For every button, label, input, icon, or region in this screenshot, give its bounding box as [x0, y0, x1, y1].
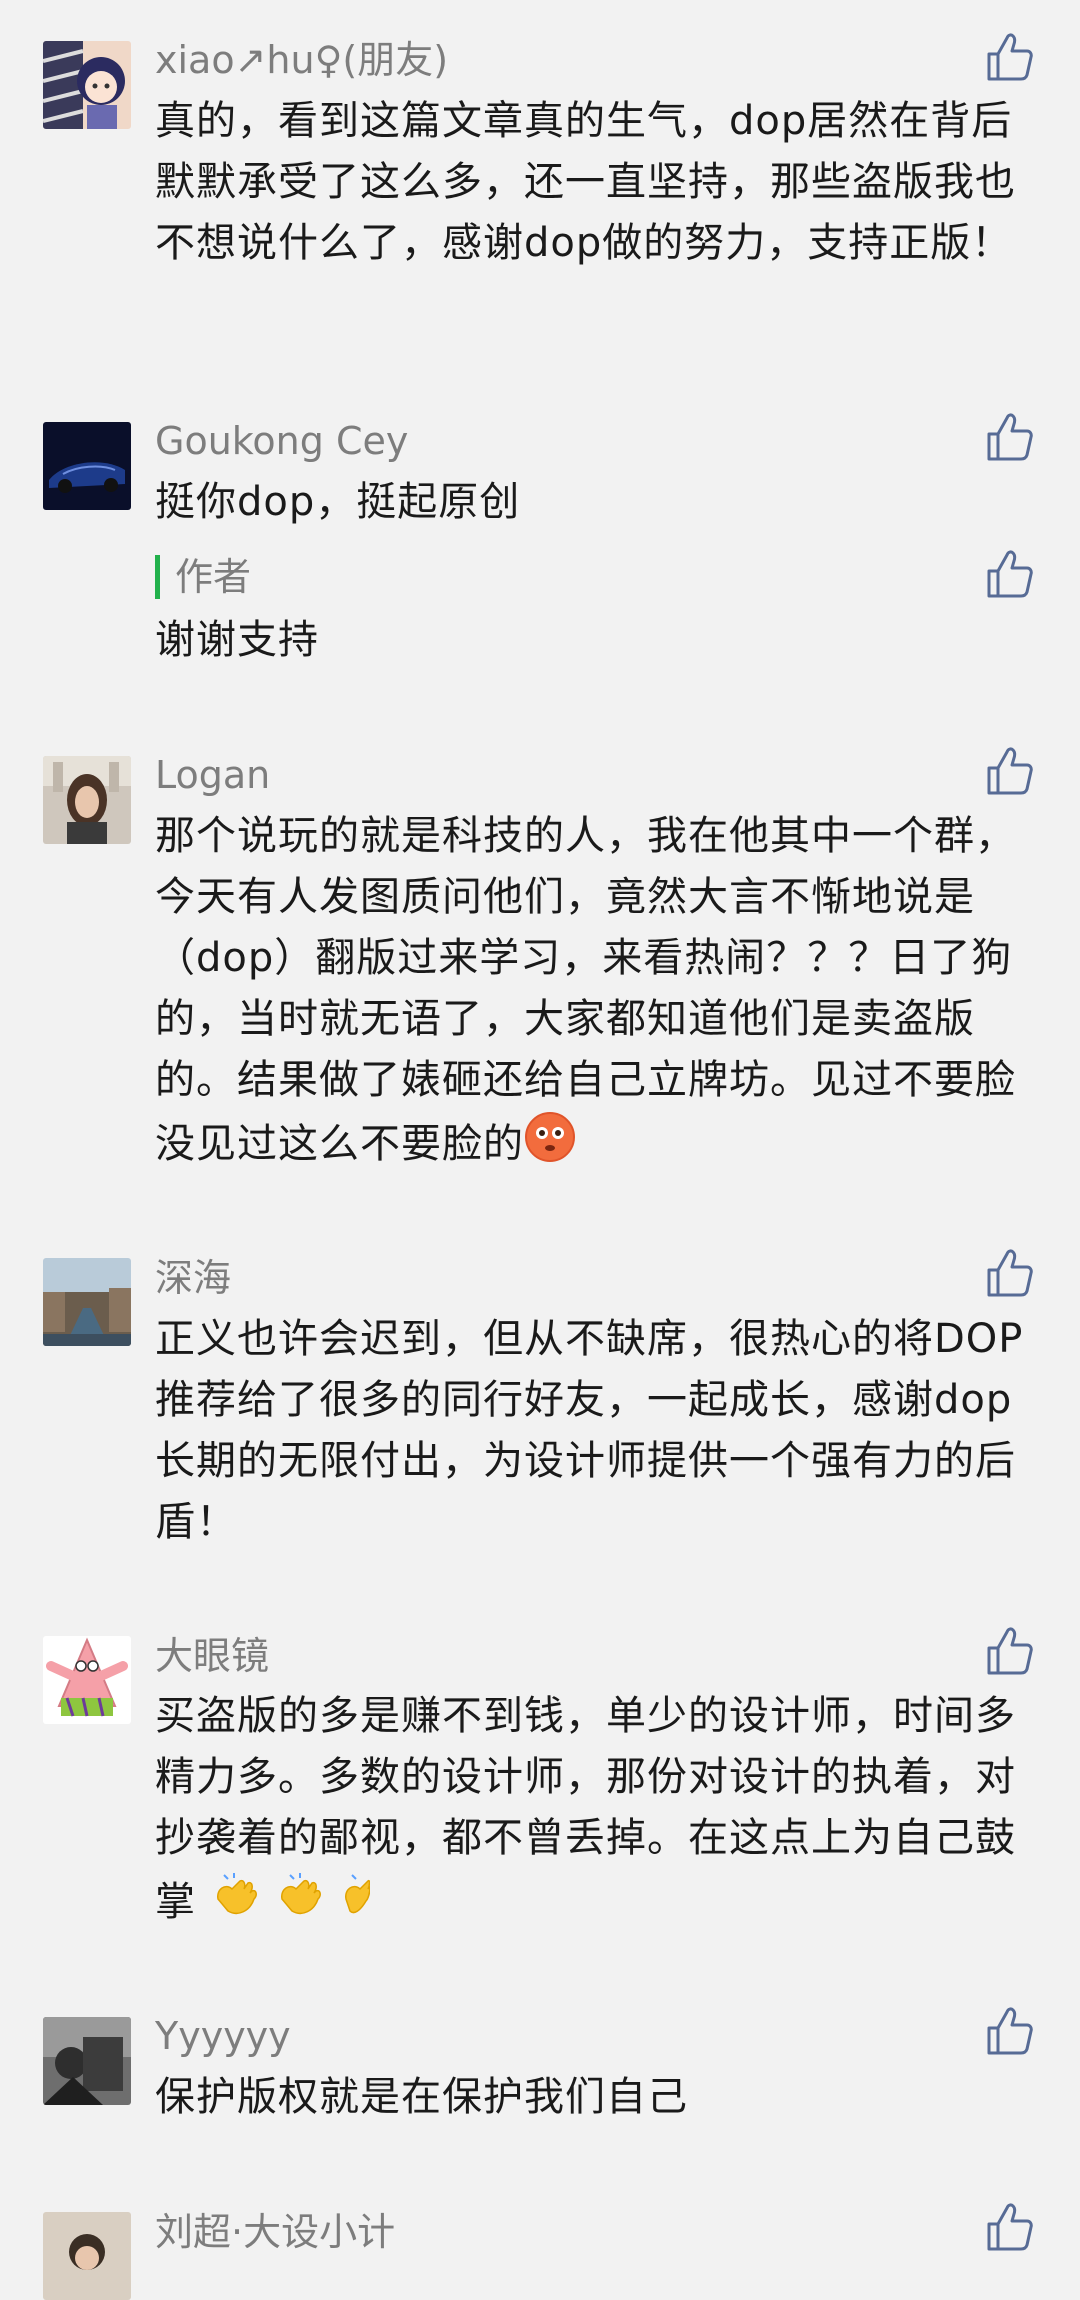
comment-text: 买盗版的多是赚不到钱，单少的设计师，时间多精力多。多数的设计师，那份对设计的执着… [155, 1686, 1035, 1939]
thumbs-up-icon[interactable] [986, 1248, 1034, 1298]
author-reply-label: 作者 [155, 555, 251, 599]
avatar[interactable] [43, 756, 131, 844]
thumbs-up-icon[interactable] [986, 32, 1034, 82]
commenter-name[interactable]: 大眼镜 [155, 1630, 269, 1682]
thumbs-up-icon[interactable] [986, 412, 1034, 462]
thumbs-up-icon[interactable] [986, 1626, 1034, 1676]
avatar[interactable] [43, 422, 131, 510]
author-label: 作者 [175, 555, 252, 599]
flushed-face-emoji-icon [525, 1112, 575, 1162]
comment-text-body: 那个说玩的就是科技的人，我在他其中一个群，今天有人发图质问他们，竟然大言不惭地说… [155, 813, 1016, 1167]
comment-text: 那个说玩的就是科技的人，我在他其中一个群，今天有人发图质问他们，竟然大言不惭地说… [155, 806, 1035, 1175]
avatar[interactable] [43, 1636, 131, 1724]
comment-text: 保护版权就是在保护我们自己 [155, 2074, 688, 2120]
avatar[interactable] [43, 2212, 131, 2300]
comment-text: 真的，看到这篇文章真的生气，dop居然在背后默默承受了这么多，还一直坚持，那些盗… [155, 98, 1016, 266]
avatar[interactable] [43, 1258, 131, 1346]
avatar[interactable] [43, 41, 131, 129]
thumbs-up-icon[interactable] [986, 746, 1034, 796]
thumbs-up-icon[interactable] [986, 2006, 1034, 2056]
commenter-name[interactable]: xiao↗hu♀(朋友) [155, 34, 448, 86]
author-reply-text: 谢谢支持 [155, 617, 319, 663]
thumbs-up-icon[interactable] [986, 2202, 1034, 2252]
commenter-name[interactable]: 深海 [155, 1252, 231, 1304]
comment-text: 挺你dop，挺起原创 [155, 479, 521, 525]
commenter-name[interactable]: Goukong Cey [155, 415, 408, 467]
comment-text: 正义也许会迟到，但从不缺席，很热心的将DOP推荐给了很多的同行好友，一起成长，感… [155, 1316, 1024, 1545]
commenter-name[interactable]: Yyyyyy [155, 2010, 291, 2062]
commenter-name[interactable]: Logan [155, 749, 270, 801]
clapping-hands-emoji-icon [210, 1869, 371, 1939]
commenter-name[interactable]: 刘超·大设小计 [155, 2206, 395, 2258]
thumbs-up-icon[interactable] [986, 549, 1034, 599]
avatar[interactable] [43, 2017, 131, 2105]
